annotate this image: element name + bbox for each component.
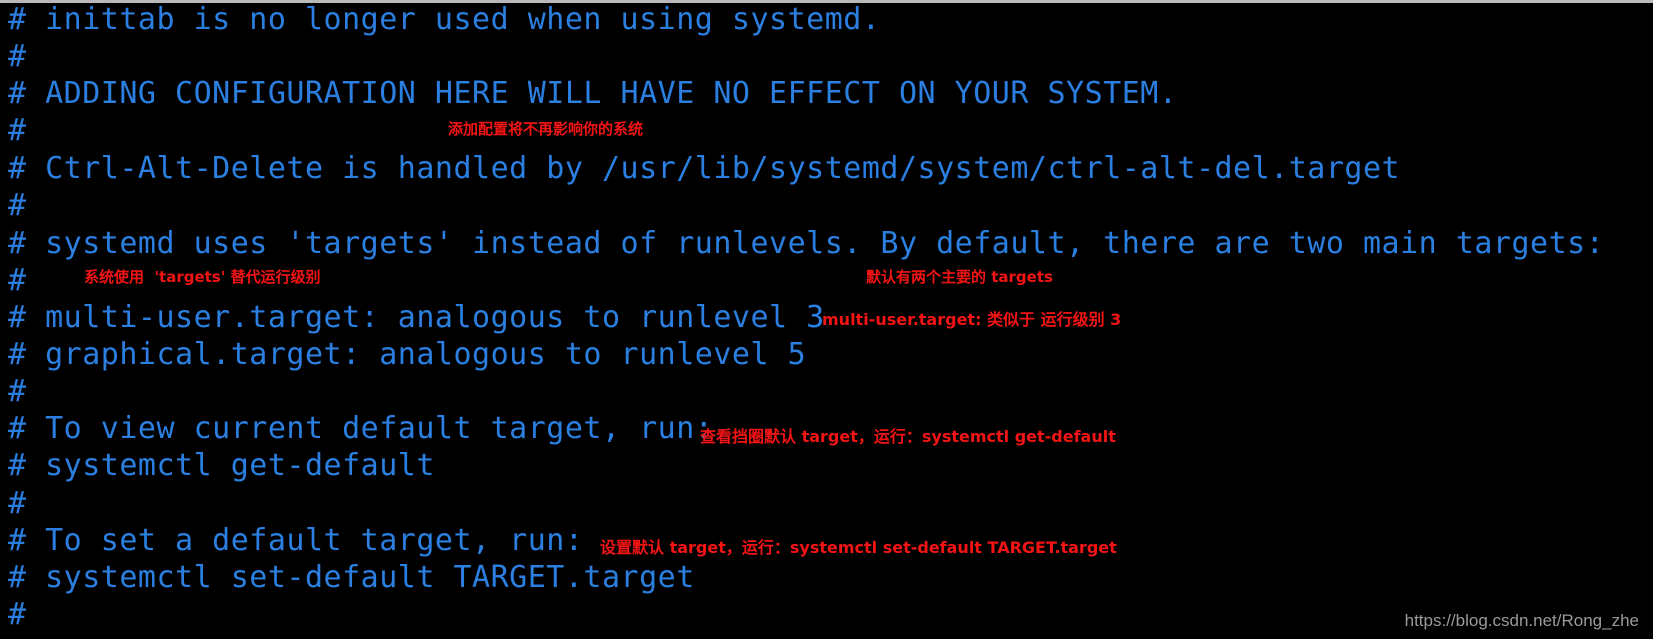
annotation-note: multi-user.target: 类似于 运行级别 3 [822, 310, 1122, 329]
code-line: # [8, 113, 27, 148]
watermark-url: https://blog.csdn.net/Rong_zhe [1404, 611, 1639, 630]
code-line: # systemctl set-default TARGET.target [8, 560, 695, 595]
annotation-note: 查看挡圈默认 target，运行：systemctl get-default [700, 427, 1116, 446]
code-line: # To view current default target, run: [8, 411, 714, 446]
annotation-note: 设置默认 target，运行：systemctl set-default TAR… [600, 538, 1117, 557]
code-line: # [8, 486, 27, 521]
code-line: # systemd uses 'targets' instead of runl… [8, 226, 1605, 261]
code-line: # ADDING CONFIGURATION HERE WILL HAVE NO… [8, 76, 1178, 111]
code-line: # systemctl get-default [8, 448, 435, 483]
code-line: # Ctrl-Alt-Delete is handled by /usr/lib… [8, 151, 1401, 186]
code-line: # [8, 263, 27, 298]
annotation-note: 默认有两个主要的 targets [866, 268, 1053, 286]
terminal-window: # inittab is no longer used when using s… [0, 0, 1653, 639]
code-line: # [8, 597, 27, 632]
code-line: # [8, 374, 27, 409]
code-line: # [8, 188, 27, 223]
code-line: # To set a default target, run: [8, 523, 584, 558]
annotation-note: 系统使用 'targets' 替代运行级别 [84, 268, 321, 286]
code-line: # graphical.target: analogous to runleve… [8, 337, 807, 372]
code-line: # multi-user.target: analogous to runlev… [8, 300, 825, 335]
code-line: # inittab is no longer used when using s… [8, 2, 881, 37]
code-line: # [8, 39, 27, 74]
annotation-note: 添加配置将不再影响你的系统 [448, 120, 644, 138]
